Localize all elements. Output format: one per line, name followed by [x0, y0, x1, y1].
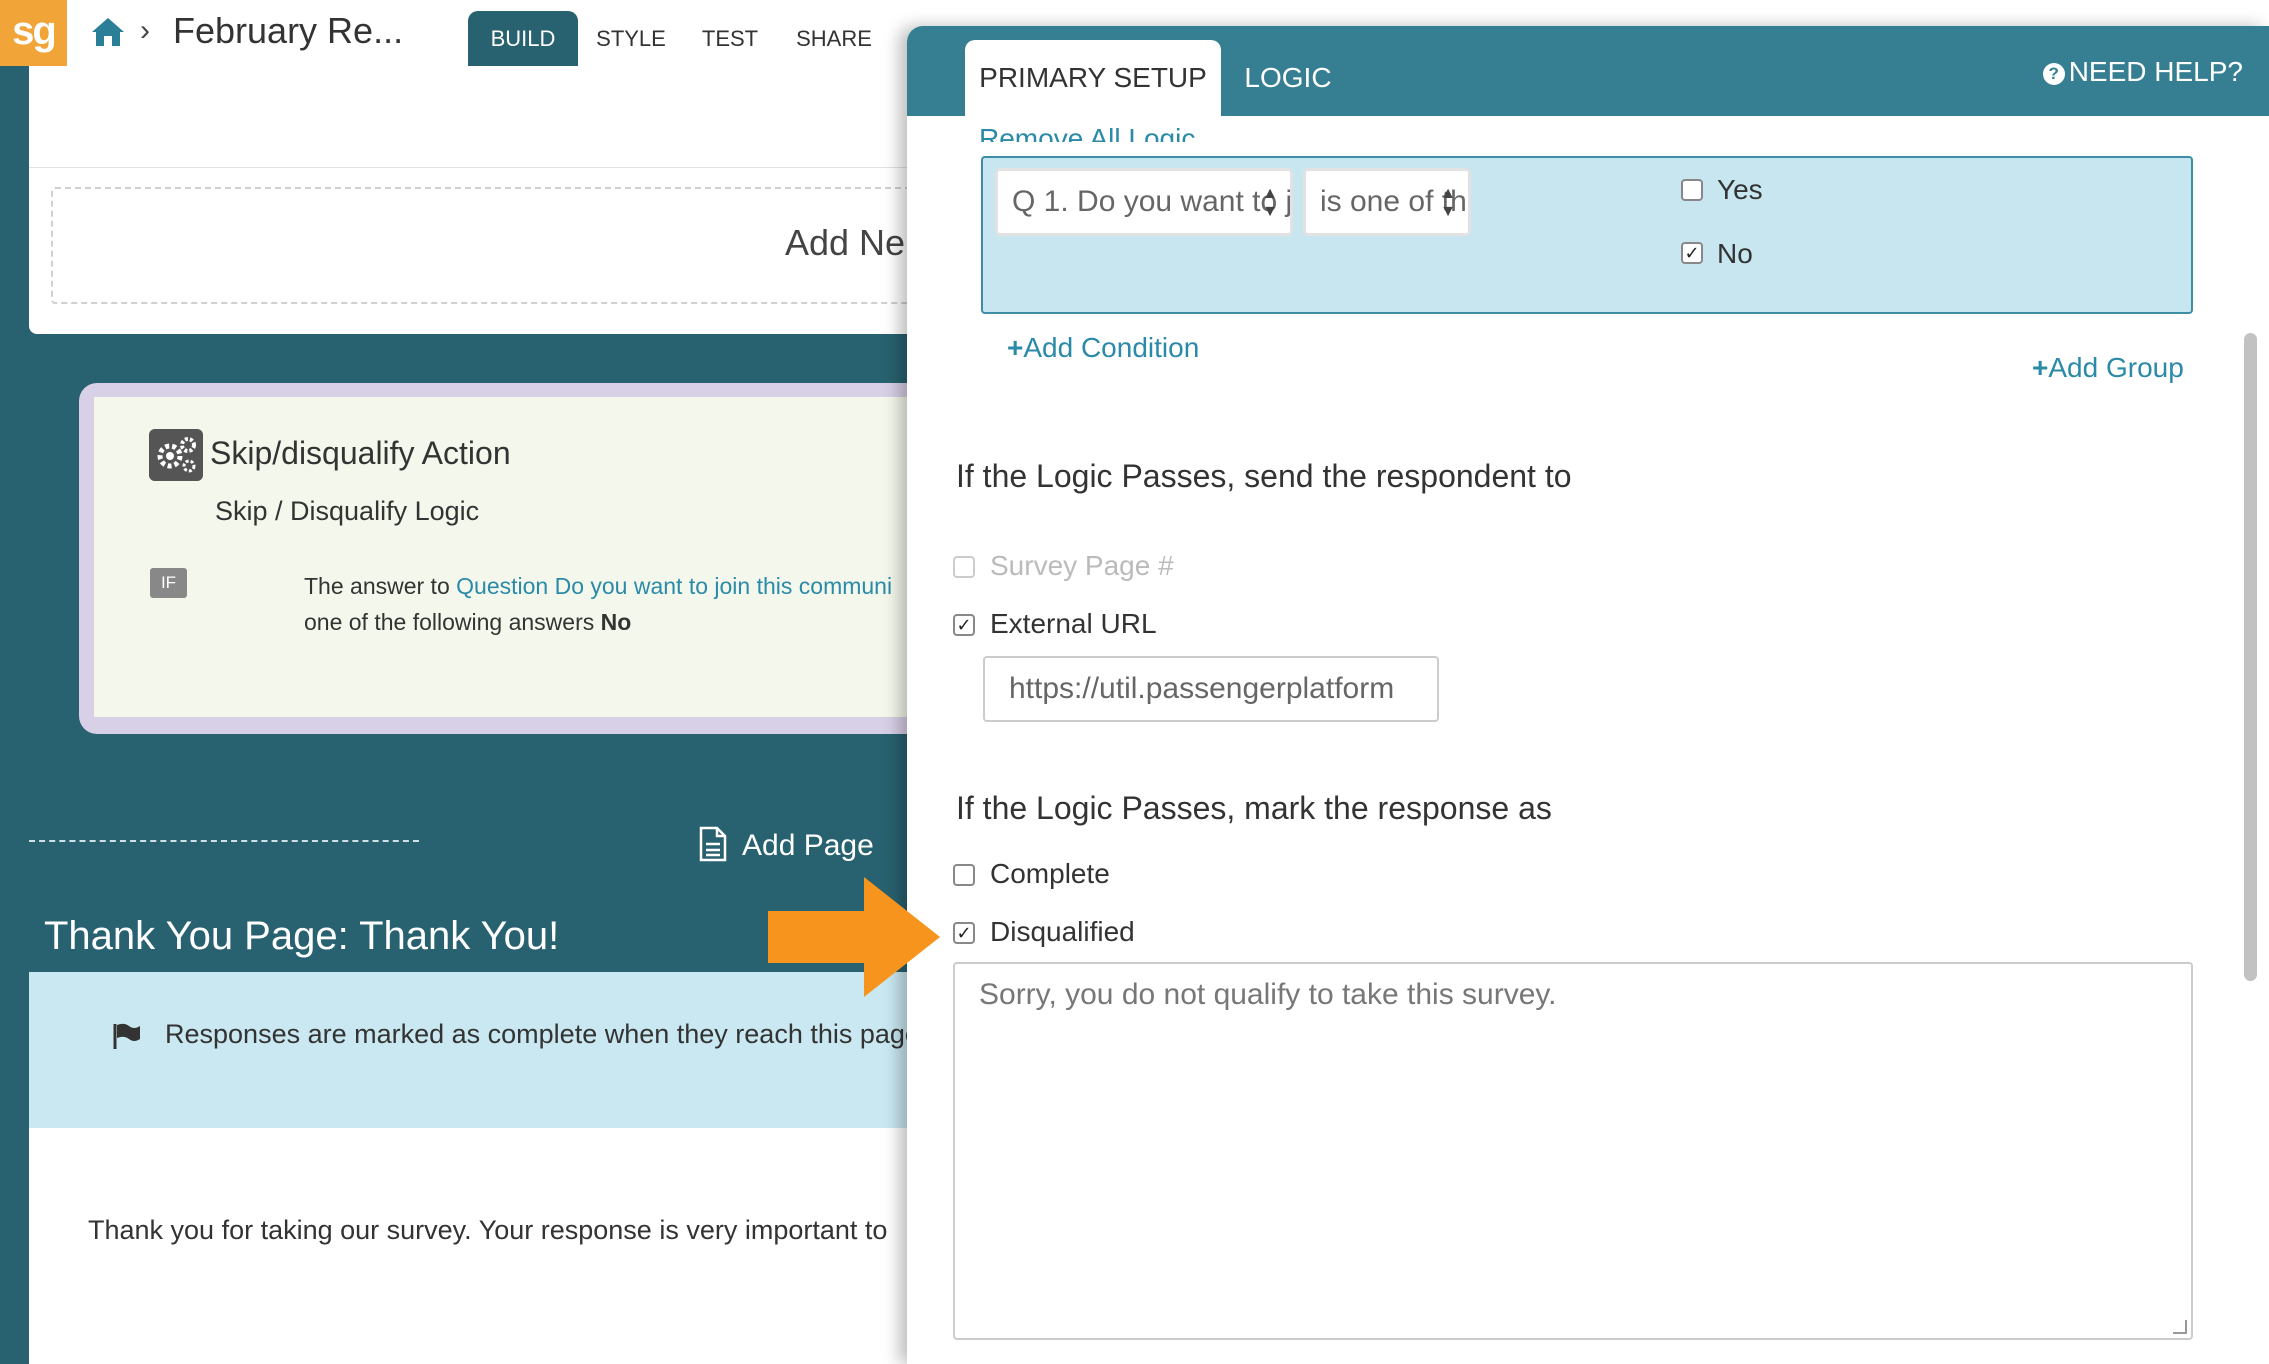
- desc-prefix: The answer to: [304, 573, 457, 599]
- panel-header: PRIMARY SETUP LOGIC ? NEED HELP?: [907, 26, 2269, 116]
- document-icon[interactable]: [698, 826, 728, 862]
- mark-as-heading: If the Logic Passes, mark the response a…: [956, 790, 1552, 826]
- thank-you-banner-text: Responses are marked as complete when th…: [165, 1019, 920, 1049]
- add-page-button[interactable]: Add Page: [742, 829, 874, 863]
- need-help-link[interactable]: ? NEED HELP?: [2042, 56, 2243, 88]
- action-title: Skip/disqualify Action: [210, 435, 511, 471]
- desc-line2: one of the following answers: [304, 609, 601, 635]
- remove-all-logic-link[interactable]: Remove All Logic: [979, 114, 1195, 142]
- tab-logic[interactable]: LOGIC: [1233, 40, 1343, 116]
- add-group-link[interactable]: +Add Group: [2032, 352, 2184, 384]
- thank-you-body: [29, 1128, 929, 1364]
- card-divider: [29, 104, 929, 168]
- desc-answer: No: [600, 609, 632, 635]
- survey-title[interactable]: February Re...: [173, 10, 403, 52]
- external-url-label: External URL: [990, 608, 1157, 639]
- thank-you-message: Thank you for taking our survey. Your re…: [88, 1215, 888, 1245]
- option-no-checkbox[interactable]: ✓: [1681, 242, 1703, 264]
- option-yes-checkbox[interactable]: [1681, 179, 1703, 201]
- page-divider: [29, 840, 419, 842]
- option-yes-label: Yes: [1717, 174, 1763, 205]
- survey-page-checkbox[interactable]: [953, 556, 975, 578]
- logic-panel: PRIMARY SETUP LOGIC ? NEED HELP? Remove A…: [907, 26, 2269, 1364]
- action-subtitle: Skip / Disqualify Logic: [215, 496, 480, 526]
- tab-share[interactable]: SHARE: [786, 11, 882, 66]
- action-description: The answer to Question Do you want to jo…: [304, 568, 924, 640]
- plus-icon: +: [2032, 352, 2049, 383]
- option-no-label: No: [1717, 238, 1753, 269]
- if-badge: IF: [150, 568, 187, 598]
- add-new-label[interactable]: Add Ne: [785, 222, 905, 264]
- select-arrows-icon: ▲ ▼: [1440, 185, 1456, 220]
- surveygizmo-logo[interactable]: sg: [0, 0, 67, 66]
- gears-icon: [149, 429, 203, 481]
- add-condition-link[interactable]: +Add Condition: [1007, 332, 1199, 364]
- thank-you-page-title: Thank You Page: Thank You!: [44, 914, 560, 958]
- complete-label: Complete: [990, 858, 1110, 889]
- disqualify-message-textarea[interactable]: Sorry, you do not qualify to take this s…: [953, 962, 2193, 1340]
- survey-page-label: Survey Page #: [990, 550, 1174, 581]
- callout-arrow-icon: [768, 877, 940, 997]
- add-condition-label: Add Condition: [1023, 332, 1200, 363]
- tab-test[interactable]: TEST: [690, 11, 770, 66]
- question-link[interactable]: Question Do you want to join this commun…: [456, 573, 892, 599]
- tab-style[interactable]: STYLE: [586, 11, 676, 66]
- disqualified-label: Disqualified: [990, 916, 1135, 947]
- add-group-label: Add Group: [2048, 352, 2184, 383]
- panel-scrollbar[interactable]: [2244, 333, 2257, 981]
- tab-primary-setup[interactable]: PRIMARY SETUP: [965, 40, 1221, 116]
- operator-select[interactable]: is one of th ▲ ▼: [1303, 168, 1471, 236]
- chevron-right-icon: ›: [140, 14, 150, 47]
- tab-build[interactable]: BUILD: [468, 11, 578, 66]
- disqualified-checkbox[interactable]: ✓: [953, 922, 975, 944]
- need-help-label: NEED HELP?: [2068, 56, 2243, 87]
- logic-rule-group: Q 1. Do you want to join thi ▲▼ is one o…: [981, 156, 2193, 314]
- home-icon[interactable]: [90, 16, 126, 48]
- external-url-input[interactable]: https://util.passengerplatform: [983, 656, 1439, 722]
- question-circle-icon: ?: [2042, 63, 2065, 85]
- disqualify-message-placeholder: Sorry, you do not qualify to take this s…: [979, 978, 1557, 1011]
- select-arrows-icon: ▲ ▼: [1262, 185, 1278, 220]
- plus-icon: +: [1007, 332, 1024, 363]
- resize-handle-icon[interactable]: [2173, 1320, 2187, 1334]
- send-to-heading: If the Logic Passes, send the respondent…: [956, 458, 1572, 494]
- external-url-checkbox[interactable]: ✓: [953, 614, 975, 636]
- question-select[interactable]: Q 1. Do you want to join thi ▲▼: [995, 168, 1293, 236]
- question-select-value: Q 1. Do you want to join thi: [1012, 185, 1293, 218]
- flag-icon: [113, 1023, 140, 1049]
- complete-checkbox[interactable]: [953, 864, 975, 886]
